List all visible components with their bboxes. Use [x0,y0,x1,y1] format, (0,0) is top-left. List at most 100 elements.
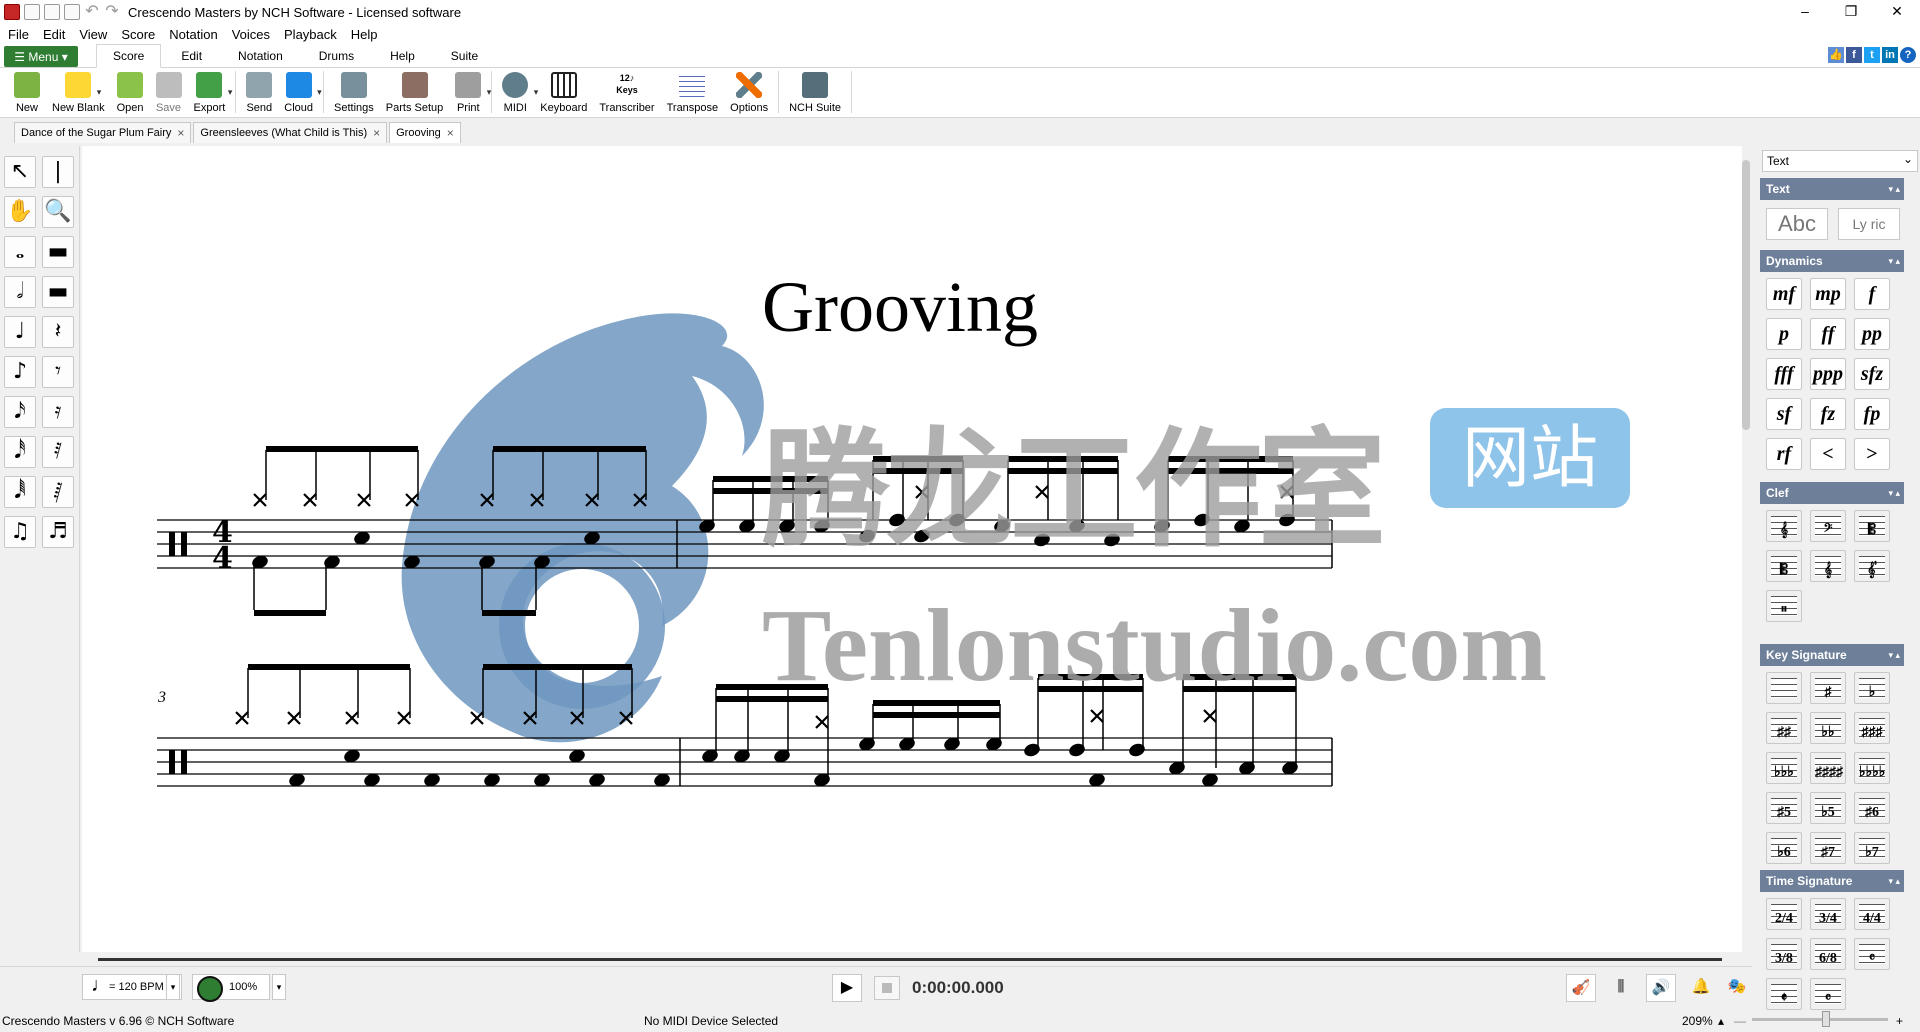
score-canvas[interactable]: Grooving 443 腾龙工作室 网站 Tenlonstudio.com [82,146,1742,952]
key-four-sharps[interactable]: ♯♯♯♯ [1810,752,1846,784]
close-tab-icon[interactable]: × [177,126,184,140]
score-vertical-scrollbar[interactable] [1742,160,1750,430]
dynamic-mp[interactable]: mp [1810,278,1846,310]
print-button[interactable]: Print [449,67,491,117]
thirty-second-note-icon[interactable]: 𝅘𝅥𝅰 [4,436,36,468]
dynamic-ppp[interactable]: ppp [1810,358,1846,390]
keyboard-button[interactable]: Keyboard [534,67,593,117]
treble-8va-clef-icon[interactable]: 𝄞 [1810,550,1846,582]
zoom-level[interactable]: 209% [1682,1014,1713,1028]
quick-new-icon[interactable] [24,4,40,20]
linkedin-icon[interactable]: in [1882,47,1898,63]
barline-tool-icon[interactable]: | [42,156,74,188]
twitter-icon[interactable]: t [1864,47,1880,63]
dynamic-fp[interactable]: fp [1854,398,1890,430]
time-3-4[interactable]: 3/4 [1810,898,1846,930]
key-one-flat[interactable]: ♭ [1854,672,1890,704]
section-clef[interactable]: Clef [1760,482,1904,504]
performer-icon[interactable]: 🎭 [1722,974,1752,1002]
dynamic-p[interactable]: p [1766,318,1802,350]
zoom-tool-icon[interactable]: 🔍 [42,196,74,228]
time-common[interactable]: 𝄴 [1854,938,1890,970]
save-button[interactable]: Save [150,67,188,117]
section-time-signature[interactable]: Time Signature [1760,870,1904,892]
close-tab-icon[interactable]: × [373,126,380,140]
transcriber-button[interactable]: 12♪ Keys Transcriber [593,67,660,117]
treble-clef-icon[interactable]: 𝄞 [1766,510,1802,542]
new-blank-button[interactable]: New Blank [46,67,111,117]
whole-note-icon[interactable]: 𝅝 [4,236,36,268]
tab-help[interactable]: Help [374,45,431,67]
bass-clef-icon[interactable]: 𝄢 [1810,510,1846,542]
options-button[interactable]: Options [724,67,774,117]
time-3-8[interactable]: 3/8 [1766,938,1802,970]
time-custom[interactable]: 𝄴 [1810,978,1846,1010]
dynamic-ff[interactable]: ff [1810,318,1846,350]
facebook-icon[interactable]: f [1846,47,1862,63]
text-tool-button[interactable]: Abc [1766,208,1828,240]
dynamic-mf[interactable]: mf [1766,278,1802,310]
midi-button[interactable]: MIDI [496,67,538,117]
quick-open-icon[interactable] [44,4,60,20]
play-button[interactable]: ▶ [832,974,862,1002]
menu-file[interactable]: File [8,27,29,42]
alto-clef-icon[interactable]: 𝄡 [1854,510,1890,542]
key-six-flats[interactable]: ♭6 [1766,832,1802,864]
menu-help[interactable]: Help [351,27,378,42]
time-cut[interactable]: 𝄵 [1766,978,1802,1010]
quick-save-icon[interactable] [64,4,80,20]
menu-playback[interactable]: Playback [284,27,337,42]
whole-rest-icon[interactable]: ▬ [42,236,74,268]
soprano-clef-icon[interactable]: 𝄟 [1854,550,1890,582]
hand-tool-icon[interactable]: ✋ [4,196,36,228]
dynamic-pp[interactable]: pp [1854,318,1890,350]
cloud-button[interactable]: Cloud [278,67,322,117]
score-horizontal-scrollbar[interactable] [98,958,1722,961]
tab-score[interactable]: Score [96,44,162,68]
maximize-button[interactable]: ❐ [1828,0,1874,24]
section-dynamics[interactable]: Dynamics [1760,250,1904,272]
undo-icon[interactable]: ↶ [84,4,100,20]
eighth-rest-icon[interactable]: 𝄾 [42,356,74,388]
dynamic-f[interactable]: f [1854,278,1890,310]
key-seven-sharps[interactable]: ♯7 [1810,832,1846,864]
close-tab-icon[interactable]: × [447,126,454,140]
eighth-note-icon[interactable]: ♪ [4,356,36,388]
speed-field[interactable]: 100% [192,974,270,1002]
key-three-sharps[interactable]: ♯♯♯ [1854,712,1890,744]
menu-score[interactable]: Score [121,27,155,42]
like-icon[interactable]: 👍 [1828,47,1844,63]
key-one-sharp[interactable]: ♯ [1810,672,1846,704]
key-five-flats[interactable]: ♭5 [1810,792,1846,824]
volume-icon[interactable]: 🔊 [1646,974,1676,1002]
metronome-icon[interactable]: 🔔 [1686,974,1716,1002]
tab-drums[interactable]: Drums [303,45,370,67]
time-2-4[interactable]: 2/4 [1766,898,1802,930]
tab-notation[interactable]: Notation [222,45,299,67]
tenor-clef-icon[interactable]: 𝄡 [1766,550,1802,582]
menu-edit[interactable]: Edit [43,27,65,42]
dynamic-fff[interactable]: fff [1766,358,1802,390]
palette-selector[interactable]: Text [1762,149,1918,172]
transpose-button[interactable]: Transpose [661,67,725,117]
sixteenth-note-icon[interactable]: 𝅘𝅥𝅯 [4,396,36,428]
minimize-button[interactable]: – [1782,0,1828,24]
key-three-flats[interactable]: ♭♭♭ [1766,752,1802,784]
key-five-sharps[interactable]: ♯5 [1766,792,1802,824]
triplet-icon[interactable]: ♫ [4,516,36,548]
sixty-fourth-rest-icon[interactable]: 𝅁 [42,476,74,508]
settings-button[interactable]: Settings [328,67,380,117]
export-button[interactable]: Export [188,67,232,117]
zoom-out-icon[interactable]: — [1734,1014,1746,1028]
key-c-major[interactable] [1766,672,1802,704]
dynamic-sfz[interactable]: sfz [1854,358,1890,390]
main-menu-button[interactable]: ☰ Menu ▾ [4,46,78,67]
tempo-dropdown-icon[interactable]: ▾ [166,974,180,1000]
dynamic-fz[interactable]: fz [1810,398,1846,430]
beam-icon[interactable]: ♬ [42,516,74,548]
instrument-icon[interactable]: 🎻 [1566,974,1596,1002]
redo-icon[interactable]: ↷ [104,4,120,20]
doc-tab[interactable]: Greensleeves (What Child is This) × [193,122,388,143]
zoom-arrow-icon[interactable]: ▴ [1718,1014,1724,1028]
crescendo-hairpin[interactable]: < [1810,438,1846,470]
